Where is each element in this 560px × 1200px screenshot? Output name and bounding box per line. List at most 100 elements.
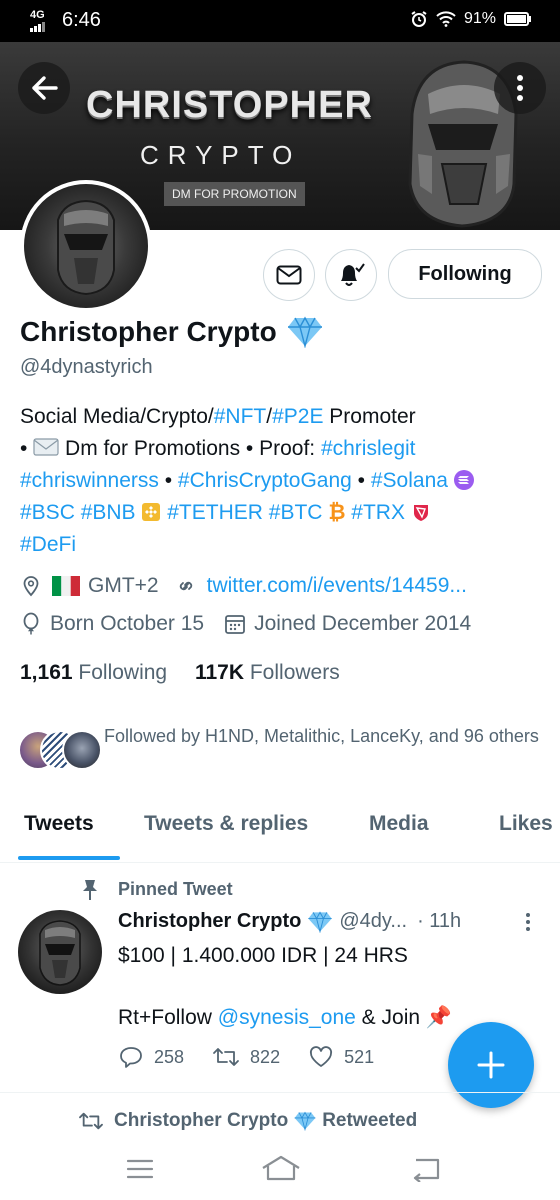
follow-counts: 1,161 Following 117K Followers	[20, 661, 340, 685]
active-tab-indicator	[18, 856, 120, 860]
hashtag-nft[interactable]: #NFT	[214, 405, 267, 428]
location-pin-icon	[23, 576, 39, 597]
tweet-more-icon[interactable]	[522, 910, 534, 934]
balloon-icon	[23, 612, 39, 635]
tweet-handle: @4dy...	[339, 910, 408, 932]
envelope-emoji-icon	[33, 438, 59, 456]
hashtag-p2e[interactable]: #P2E	[272, 405, 323, 428]
back-arrow-icon	[32, 76, 58, 100]
bell-check-icon	[341, 263, 365, 286]
like-count: 521	[344, 1046, 375, 1067]
message-button[interactable]	[263, 249, 315, 301]
followers-label: Followers	[249, 661, 340, 684]
hashtag-bsc[interactable]: #BSC	[20, 501, 75, 524]
tron-icon	[413, 505, 428, 521]
tweet-avatar[interactable]	[18, 910, 102, 994]
signal-icon	[30, 22, 45, 32]
profile-born: Born October 15	[50, 612, 205, 635]
compose-tweet-button[interactable]	[448, 1022, 534, 1108]
status-bar: 4G 6:46 91%	[0, 0, 560, 42]
tweet-actions: 258 822 521	[118, 1045, 402, 1069]
helmet-avatar-image	[57, 199, 115, 296]
banner-title: CHRISTOPHER	[86, 84, 373, 126]
following-label: Following	[78, 661, 168, 684]
tab-tweets[interactable]: Tweets	[24, 812, 94, 836]
home-icon[interactable]	[260, 1154, 302, 1182]
italy-flag-icon	[52, 576, 80, 596]
network-label: 4G	[30, 9, 45, 21]
bio-line-2: • Dm for Promotions • Proof: #chrislegit	[20, 433, 540, 465]
wifi-icon	[436, 11, 456, 27]
bio-text: Social Media/Crypto/	[20, 405, 214, 428]
hashtag-solana[interactable]: #Solana	[371, 469, 448, 492]
bnb-icon	[142, 503, 161, 521]
following-count: 1,161	[20, 661, 73, 684]
pinned-label: Pinned Tweet	[118, 879, 233, 899]
hashtag-defi[interactable]: #DeFi	[20, 533, 76, 556]
followed-by-text[interactable]: Followed by H1ND, Metalithic, LanceKy, a…	[104, 723, 544, 750]
bio-line-5: #DeFi	[20, 529, 540, 561]
back-nav-icon[interactable]	[410, 1156, 442, 1182]
retweet-button[interactable]: 822	[212, 1045, 280, 1069]
plus-icon	[477, 1051, 505, 1079]
notifications-button[interactable]	[325, 249, 377, 301]
tab-media[interactable]: Media	[369, 812, 429, 836]
profile-meta-row-2: Born October 15 Joined December 2014	[20, 612, 471, 636]
hashtag-btc[interactable]: #BTC	[269, 501, 323, 524]
tweet-text-part: Rt+Follow	[118, 1006, 218, 1029]
tweet-divider	[0, 1092, 560, 1093]
retweet-count: 822	[250, 1046, 281, 1067]
bio-line-1: Social Media/Crypto/#NFT/#P2E Promoter	[20, 401, 540, 433]
profile-handle: @4dynastyrich	[20, 356, 153, 378]
calendar-icon	[225, 615, 245, 634]
hashtag-chriswinnerss[interactable]: #chriswinnerss	[20, 469, 159, 492]
tweet-text: $100 | 1.400.000 IDR | 24 HRS Rt+Follow …	[118, 940, 538, 1033]
reply-button[interactable]: 258	[118, 1045, 184, 1069]
avatar	[62, 730, 102, 770]
recent-apps-icon[interactable]	[126, 1158, 154, 1180]
like-button[interactable]: 521	[308, 1045, 374, 1069]
system-navigation-bar	[0, 1142, 560, 1200]
profile-avatar[interactable]	[20, 180, 152, 312]
profile-joined: Joined December 2014	[254, 612, 472, 635]
pushpin-emoji-icon: 📌	[425, 1006, 453, 1029]
back-button[interactable]	[18, 62, 70, 114]
tweet-author[interactable]: Christopher Crypto	[118, 910, 301, 933]
hashtag-tether[interactable]: #TETHER	[167, 501, 263, 524]
helmet-avatar-image	[39, 920, 81, 986]
hashtag-bnb[interactable]: #BNB	[81, 501, 136, 524]
diamond-icon	[294, 1111, 316, 1131]
profile-location: GMT+2	[88, 574, 159, 597]
tweet-mention[interactable]: @synesis_one	[218, 1006, 356, 1029]
tab-likes[interactable]: Likes	[499, 812, 553, 836]
banner-tag: DM FOR PROMOTION	[164, 182, 305, 206]
followed-by-avatars[interactable]	[18, 730, 102, 770]
hashtag-trx[interactable]: #TRX	[351, 501, 405, 524]
pin-icon	[83, 880, 97, 900]
profile-bio: Social Media/Crypto/#NFT/#P2E Promoter •…	[20, 401, 540, 561]
profile-link[interactable]: twitter.com/i/events/14459...	[207, 574, 467, 598]
battery-percent: 91%	[463, 10, 496, 27]
retweeted-suffix: Retweeted	[322, 1110, 418, 1131]
following-button[interactable]: Following	[388, 249, 542, 299]
hashtag-chrislegit[interactable]: #chrislegit	[321, 437, 416, 460]
profile-name-row: Christopher Crypto	[20, 316, 323, 348]
heart-icon	[310, 1046, 333, 1067]
alarm-icon	[411, 11, 427, 27]
retweeter-name[interactable]: Christopher Crypto	[114, 1110, 288, 1132]
more-vertical-icon	[517, 75, 523, 101]
retweet-icon	[213, 1048, 239, 1066]
profile-tabs: Tweets Tweets & replies Media Likes	[0, 800, 560, 863]
diamond-icon	[287, 316, 322, 348]
clock: 6:46	[62, 9, 101, 31]
banner-subtitle: CRYPTO	[140, 140, 302, 170]
envelope-icon	[276, 265, 302, 285]
hashtag-chriscryptogang[interactable]: #ChrisCryptoGang	[178, 469, 352, 492]
reply-count: 258	[154, 1046, 185, 1067]
reply-icon	[120, 1047, 142, 1068]
following-link[interactable]: 1,161 Following	[20, 661, 167, 684]
tab-tweets-replies[interactable]: Tweets & replies	[144, 812, 308, 836]
followers-link[interactable]: 117K Followers	[195, 661, 340, 684]
more-options-button[interactable]	[494, 62, 546, 114]
tweet-header: Christopher Crypto @4dy... · 11h	[118, 910, 461, 933]
